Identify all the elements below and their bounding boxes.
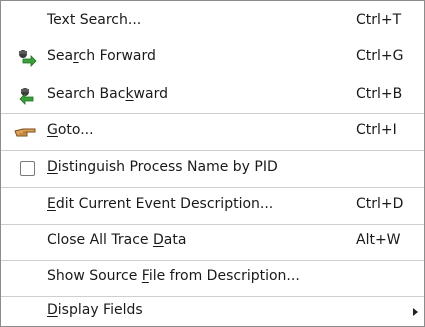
- search-backward-icon: [19, 88, 34, 105]
- menu-item-close-all-trace-data[interactable]: Close All Trace Data Alt+W: [1, 229, 424, 255]
- pointing-hand-icon: [14, 128, 36, 137]
- menu-item-accelerator: Ctrl+G: [356, 48, 404, 64]
- menu-item-edit-event-description[interactable]: Edit Current Event Description... Ctrl+D: [1, 193, 424, 219]
- menu-separator: [1, 150, 424, 151]
- menu-item-accelerator: Ctrl+D: [356, 196, 404, 212]
- menu-item-search-backward[interactable]: Search Backward Ctrl+B: [1, 83, 424, 109]
- menu-item-show-source-file[interactable]: Show Source File from Description...: [1, 265, 424, 291]
- menu-item-label: Edit Current Event Description...: [47, 196, 274, 212]
- menu-item-goto[interactable]: Goto... Ctrl+I: [1, 119, 424, 145]
- menu-item-search-forward[interactable]: Search Forward Ctrl+G: [1, 45, 424, 71]
- menu-item-label: Display Fields: [47, 302, 143, 318]
- menu-item-label: Close All Trace Data: [47, 232, 187, 248]
- menu-item-label: Distinguish Process Name by PID: [47, 159, 278, 175]
- menu-item-label: Goto...: [47, 122, 94, 138]
- menu-item-accelerator: Ctrl+I: [356, 122, 397, 138]
- menu-item-distinguish-process[interactable]: Distinguish Process Name by PID: [1, 156, 424, 182]
- menu-separator: [1, 260, 424, 261]
- menu-item-label: Search Backward: [47, 86, 168, 102]
- menu-item-text-search[interactable]: Text Search... Ctrl+T: [1, 9, 424, 35]
- menu-item-display-fields[interactable]: Display Fields: [1, 300, 424, 324]
- menu-item-accelerator: Ctrl+T: [356, 12, 402, 28]
- checkbox[interactable]: [20, 161, 35, 176]
- search-forward-icon: [19, 50, 37, 67]
- menu-separator: [1, 224, 424, 225]
- menu-separator: [1, 296, 424, 297]
- menu-item-accelerator: Ctrl+B: [356, 86, 403, 102]
- menu-separator: [1, 187, 424, 188]
- menu-item-label: Search Forward: [47, 48, 156, 64]
- menu-separator: [1, 113, 424, 114]
- context-menu: Text Search... Ctrl+T Search Forward Ctr…: [0, 0, 425, 327]
- menu-item-label: Show Source File from Description...: [47, 268, 300, 284]
- menu-item-label: Text Search...: [47, 12, 142, 28]
- menu-item-accelerator: Alt+W: [356, 232, 401, 248]
- submenu-arrow-icon: [413, 308, 418, 316]
